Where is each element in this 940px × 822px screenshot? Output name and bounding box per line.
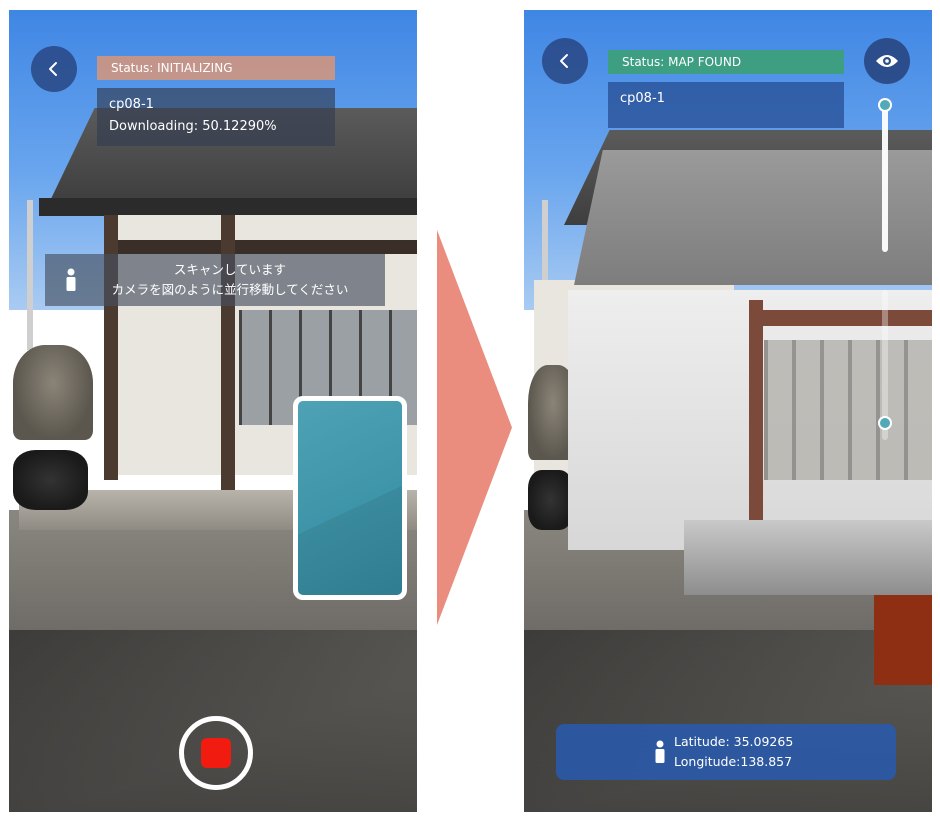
back-button[interactable] [31, 46, 77, 92]
ar-model-deck [684, 520, 932, 595]
phone-movement-guide [293, 396, 407, 600]
utility-pole [27, 200, 33, 350]
status-badge: Status: INITIALIZING [97, 56, 335, 80]
map-info-panel: cp08-1 [608, 82, 844, 128]
ground-shadow [524, 630, 932, 812]
ar-scan-screen-initializing: Status: INITIALIZING cp08-1 Downloading:… [9, 10, 417, 812]
ar-model-red-block [874, 595, 932, 685]
scan-instruction-panel: スキャンしています カメラを図のように並行移動してください [45, 254, 385, 306]
ar-model-window [764, 340, 932, 480]
vertical-slider-thumb[interactable] [878, 98, 892, 112]
back-button[interactable] [542, 38, 588, 84]
dark-statue [13, 450, 88, 510]
scan-status-text: スキャンしています [173, 262, 287, 277]
transition-arrow [437, 230, 512, 625]
temple-beam [104, 240, 417, 254]
download-progress-text: Downloading: 50.12290% [109, 119, 277, 134]
person-icon [655, 740, 665, 763]
status-badge: Status: MAP FOUND [608, 50, 844, 74]
vertical-slider-thumb-2[interactable] [878, 416, 892, 430]
ar-model-beam [754, 310, 932, 326]
location-panel: Latitude: 35.09265 Longitude:138.857 [556, 724, 896, 780]
eye-icon [876, 55, 898, 67]
latitude-text: Latitude: 35.09265 [674, 734, 794, 749]
vertical-slider-track[interactable] [882, 102, 888, 252]
ar-model-post [749, 300, 763, 550]
komainu-statue [13, 345, 93, 440]
dark-statue [528, 470, 573, 530]
record-stop-icon [201, 738, 231, 768]
map-name: cp08-1 [620, 91, 665, 106]
record-button[interactable] [179, 716, 253, 790]
chevron-left-icon [560, 54, 568, 68]
map-name: cp08-1 [109, 97, 154, 112]
temple-roof-edge [39, 198, 417, 216]
longitude-text: Longitude:138.857 [674, 754, 793, 769]
scan-instruction-text: カメラを図のように並行移動してください [111, 282, 349, 297]
ar-scan-screen-map-found: Status: MAP FOUND cp08-1 Latitude: 35.09… [524, 10, 932, 812]
map-info-panel: cp08-1 Downloading: 50.12290% [97, 88, 335, 146]
chevron-left-icon [49, 62, 57, 76]
ar-model-roof [574, 150, 932, 285]
person-icon [66, 268, 76, 291]
visibility-toggle-button[interactable] [864, 38, 910, 84]
